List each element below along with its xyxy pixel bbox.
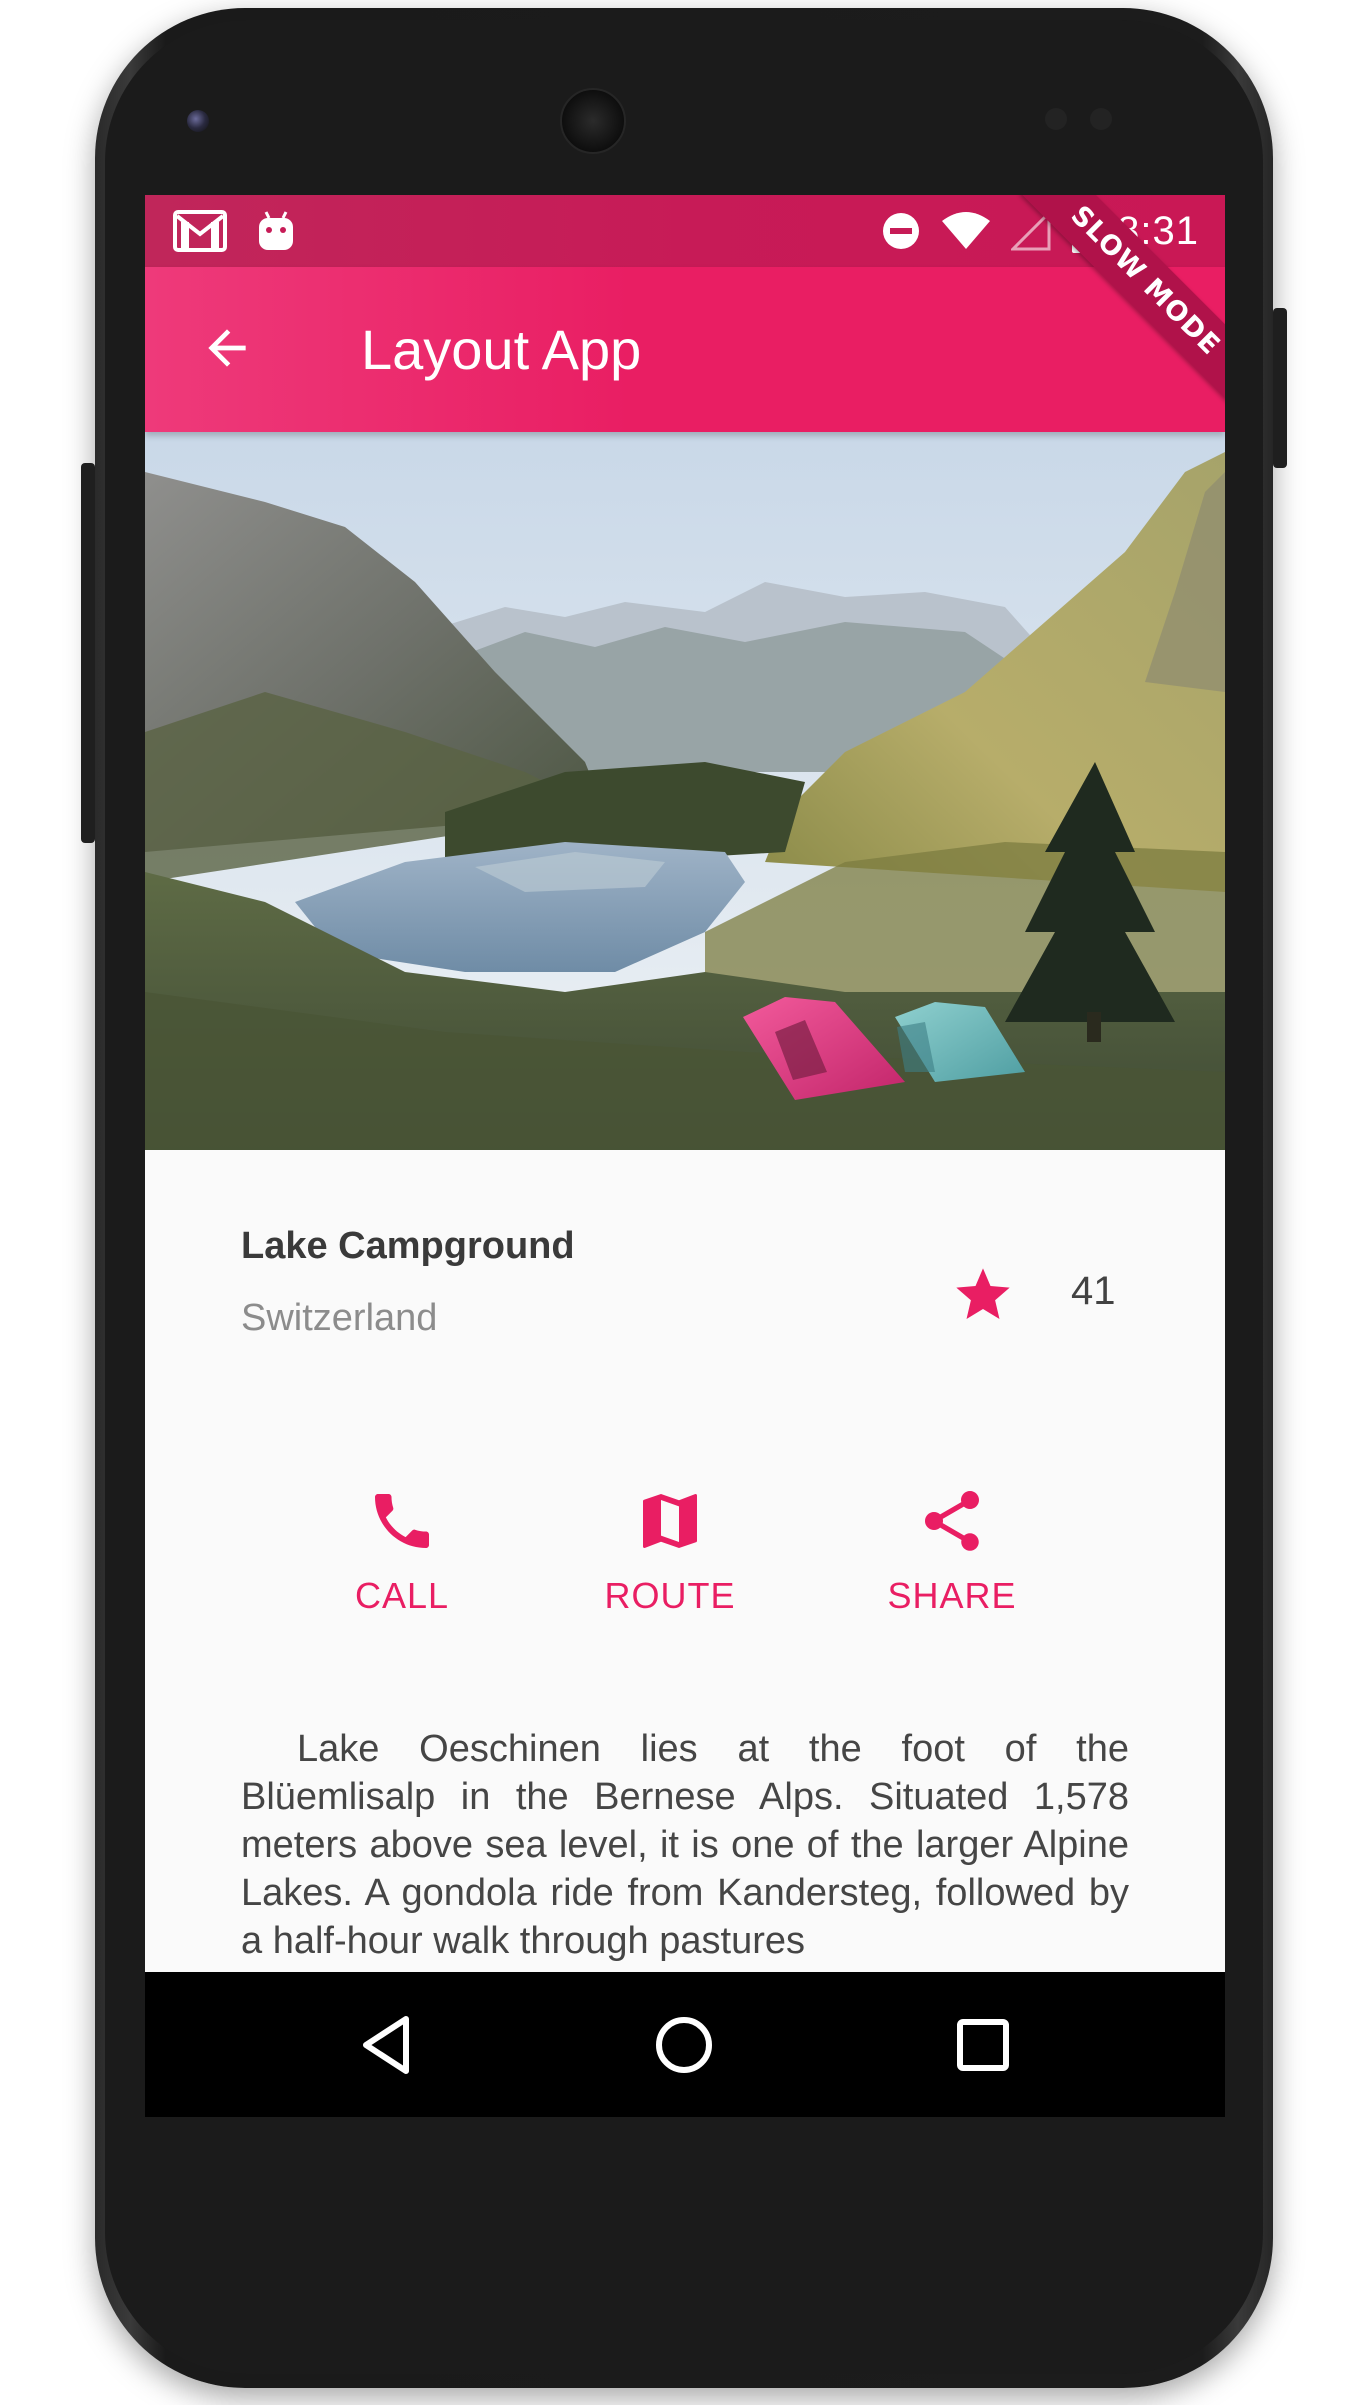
phone-icon [375, 1494, 429, 1548]
back-triangle-icon [363, 2016, 409, 2074]
map-icon [643, 1494, 697, 1548]
action-button-row: CALL ROUTE SHARE [145, 1485, 1225, 1645]
back-button[interactable] [191, 312, 263, 384]
title-section: Lake Campground Switzerland 41 [241, 1225, 1129, 1365]
android-icon [259, 211, 293, 250]
favorite-count: 41 [1071, 1269, 1116, 1313]
star-icon[interactable] [951, 1263, 1015, 1327]
app-screen: 8:31 Layout App SLOW MODE Lake Campgroun… [145, 195, 1225, 2117]
navigation-bar [145, 1972, 1225, 2117]
gmail-icon [173, 210, 227, 252]
nav-recents-button[interactable] [940, 2002, 1026, 2088]
volume-button [81, 463, 95, 843]
share-label: SHARE [887, 1575, 1017, 1616]
app-bar: Layout App [145, 267, 1225, 432]
wifi-icon [942, 212, 991, 249]
place-country: Switzerland [241, 1297, 438, 1339]
arrow-back-icon [208, 329, 246, 367]
share-icon [925, 1491, 979, 1551]
share-button[interactable]: SHARE [842, 1485, 1062, 1635]
call-label: CALL [354, 1575, 450, 1616]
description-text: Lake Oeschinen lies at the foot of the B… [241, 1728, 1129, 1962]
home-circle-icon [656, 2017, 712, 2073]
route-button[interactable]: ROUTE [560, 1485, 780, 1635]
call-button[interactable]: CALL [292, 1485, 512, 1635]
route-label: ROUTE [604, 1575, 736, 1616]
light-sensor [1090, 108, 1112, 130]
proximity-sensor [1045, 108, 1067, 130]
nav-home-button[interactable] [641, 2002, 727, 2088]
hero-image [145, 432, 1225, 1150]
page-title: Layout App [361, 318, 642, 381]
do-not-disturb-icon [883, 213, 920, 249]
earpiece-speaker [560, 88, 626, 154]
front-camera [187, 110, 209, 132]
place-name: Lake Campground [241, 1225, 575, 1267]
recents-square-icon [957, 2019, 1009, 2071]
power-button [1273, 308, 1287, 468]
nav-back-button[interactable] [343, 2002, 429, 2088]
